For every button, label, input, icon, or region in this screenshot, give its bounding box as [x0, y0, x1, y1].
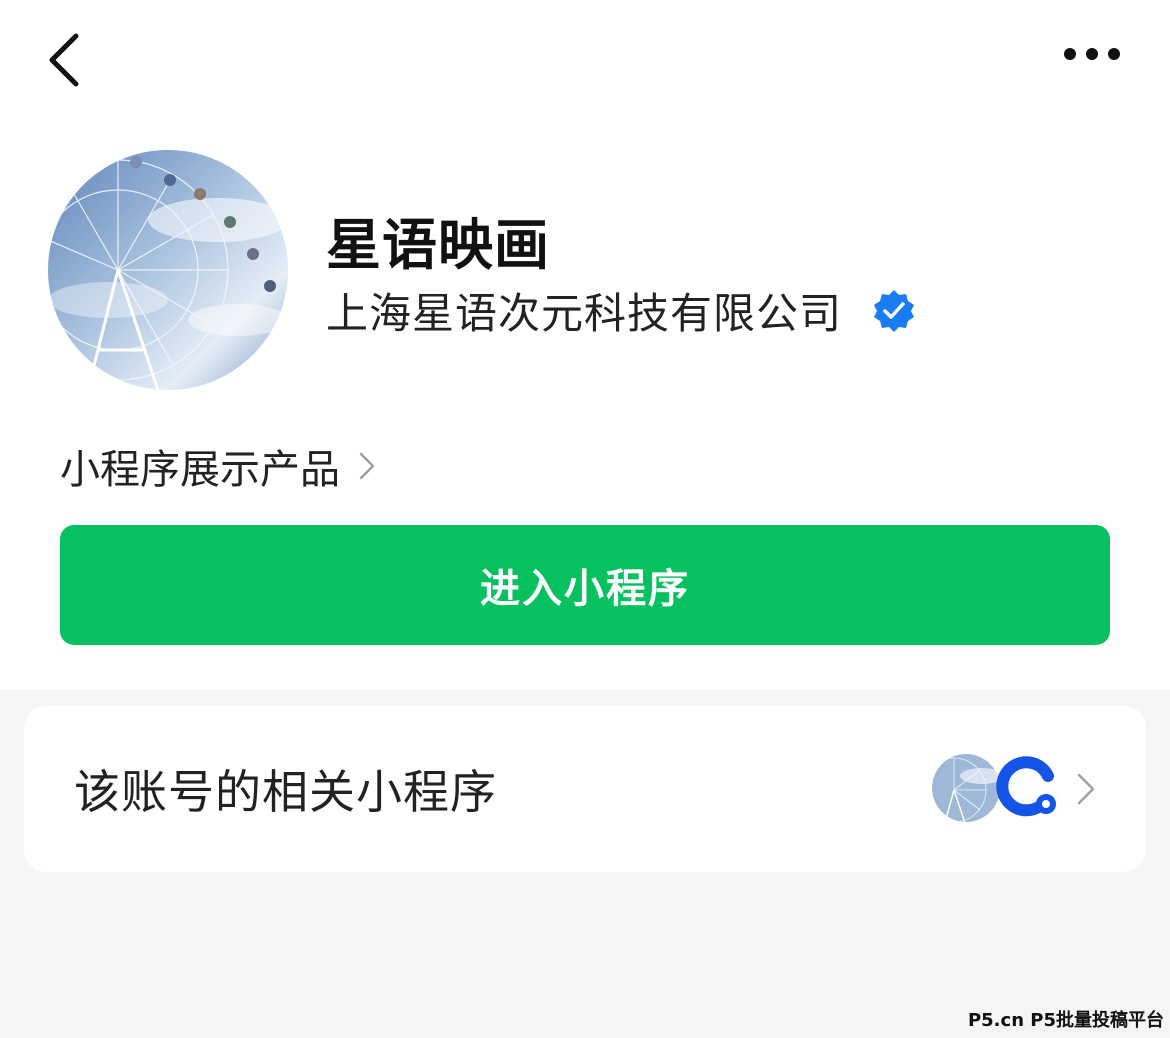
verified-badge-icon[interactable]: [872, 288, 916, 332]
back-button[interactable]: [36, 26, 96, 96]
related-account-avatar: [930, 752, 1002, 824]
account-name: 星语映画: [326, 213, 551, 277]
showcase-products-label: 小程序展示产品: [60, 447, 340, 493]
chevron-right-icon: [1077, 773, 1095, 805]
enter-mini-program-button[interactable]: 进入小程序: [60, 525, 1110, 645]
account-avatar[interactable]: [48, 150, 288, 390]
ferris-wheel-mini-avatar: [932, 754, 1000, 822]
top-bar: [0, 0, 1170, 120]
chevron-right-icon: [359, 452, 375, 480]
mini-program-logo-icon: [996, 756, 1056, 817]
chevron-left-icon: [49, 33, 79, 87]
watermark-text: P5.cn P5批量投稿平台: [967, 1010, 1164, 1031]
related-mini-programs-label: 该账号的相关小程序: [74, 765, 497, 819]
ferris-wheel-avatar-image: [48, 150, 288, 390]
more-dots-icon: [1064, 48, 1120, 60]
related-mini-programs-card[interactable]: 该账号的相关小程序: [24, 706, 1146, 872]
company-name: 上海星语次元科技有限公司: [326, 288, 843, 338]
more-options-button[interactable]: [1056, 32, 1128, 76]
company-row: 上海星语次元科技有限公司: [326, 280, 916, 340]
showcase-products-link[interactable]: 小程序展示产品: [60, 436, 376, 496]
